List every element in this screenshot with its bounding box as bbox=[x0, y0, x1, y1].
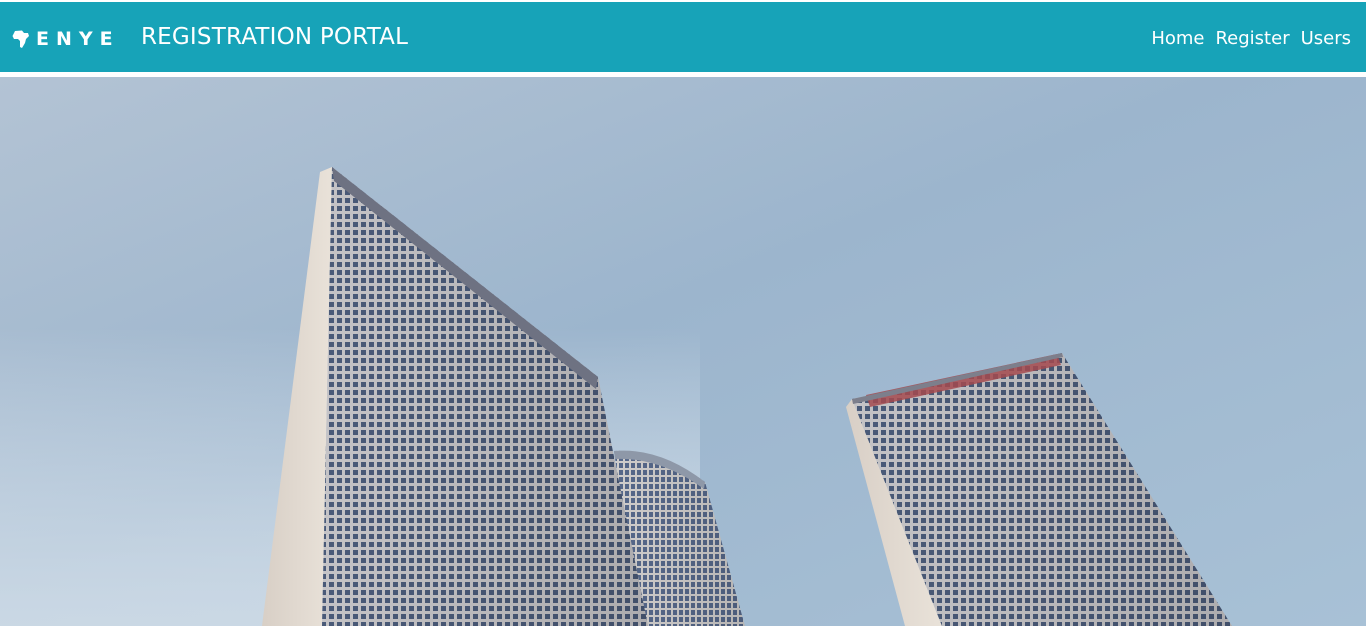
main-nav: Home Register Users bbox=[1151, 26, 1351, 52]
nav-link-register[interactable]: Register bbox=[1215, 26, 1289, 52]
brand-logo[interactable]: ENYE bbox=[12, 24, 120, 54]
nav-item-home: Home bbox=[1151, 26, 1204, 52]
brand-name: ENYE bbox=[36, 28, 120, 50]
nav-item-users: Users bbox=[1301, 26, 1351, 52]
africa-icon bbox=[12, 30, 29, 48]
nav-link-home[interactable]: Home bbox=[1151, 26, 1204, 52]
navbar: ENYE REGISTRATION PORTAL Home Register U… bbox=[0, 0, 1366, 72]
page-title: REGISTRATION PORTAL bbox=[141, 24, 409, 50]
nav-item-register: Register bbox=[1215, 26, 1289, 52]
hero-banner bbox=[0, 77, 1366, 626]
nav-link-users[interactable]: Users bbox=[1301, 26, 1351, 52]
skyscrapers-photo bbox=[0, 77, 1366, 626]
